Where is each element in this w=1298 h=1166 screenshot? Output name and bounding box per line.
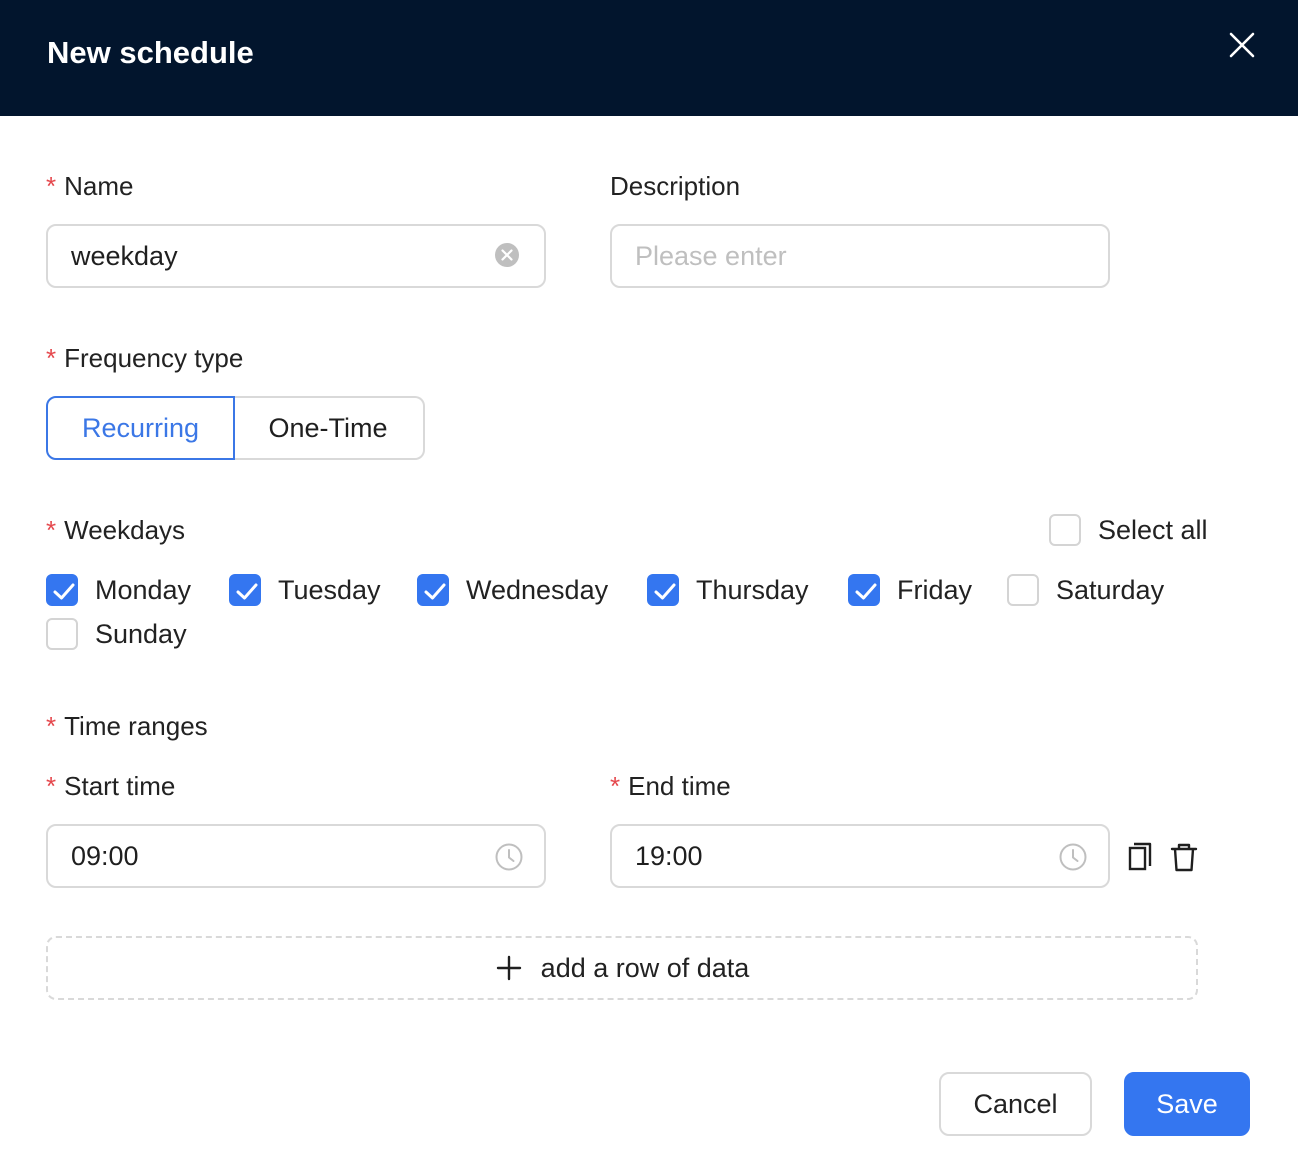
dialog-header: New schedule	[0, 0, 1298, 116]
checkbox-box[interactable]	[229, 574, 261, 606]
checkbox-box[interactable]	[46, 574, 78, 606]
weekday-checkbox-wednesday[interactable]: Wednesday	[417, 574, 608, 606]
end-time-label: * End time	[610, 771, 731, 801]
select-all-label: Select all	[1098, 515, 1208, 545]
frequency-option-one-time[interactable]: One-Time	[233, 396, 425, 460]
required-mark: *	[46, 711, 57, 741]
weekday-label: Friday	[897, 575, 973, 605]
weekday-label: Tuesday	[278, 575, 381, 605]
name-input[interactable]: weekday	[46, 224, 546, 288]
weekday-checkbox-saturday[interactable]: Saturday	[1007, 574, 1164, 606]
start-time-value: 09:00	[71, 841, 139, 871]
weekday-checkbox-sunday[interactable]: Sunday	[46, 618, 187, 650]
name-input-value: weekday	[71, 241, 178, 271]
weekday-checkbox-friday[interactable]: Friday	[848, 574, 972, 606]
add-row-button[interactable]: add a row of data	[46, 936, 1198, 1000]
add-row-label: add a row of data	[540, 953, 750, 983]
checkbox-box[interactable]	[46, 618, 78, 650]
description-label: Description	[610, 171, 741, 201]
weekday-checkbox-tuesday[interactable]: Tuesday	[229, 574, 381, 606]
weekday-checkbox-thursday[interactable]: Thursday	[647, 574, 809, 606]
name-label: * Name	[46, 171, 134, 201]
end-time-value: 19:00	[635, 841, 703, 871]
frequency-option-recurring[interactable]: Recurring	[46, 396, 235, 460]
required-mark: *	[46, 771, 57, 801]
weekday-label: Saturday	[1056, 575, 1165, 605]
weekday-label: Thursday	[696, 575, 809, 605]
clock-icon	[1058, 842, 1088, 872]
weekday-label: Monday	[95, 575, 192, 605]
checkbox-box[interactable]	[848, 574, 880, 606]
description-input[interactable]: Please enter	[610, 224, 1110, 288]
plus-icon	[495, 954, 523, 982]
time-ranges-label: * Time ranges	[46, 711, 208, 741]
end-time-picker[interactable]: 19:00	[610, 824, 1110, 888]
checkbox-box[interactable]	[1049, 514, 1081, 546]
save-button[interactable]: Save	[1124, 1072, 1250, 1136]
dialog-title: New schedule	[47, 35, 254, 70]
weekday-label: Sunday	[95, 619, 187, 649]
close-icon[interactable]	[1224, 28, 1260, 64]
weekday-label: Wednesday	[466, 575, 609, 605]
required-mark: *	[46, 343, 57, 373]
checkbox-box[interactable]	[417, 574, 449, 606]
delete-icon[interactable]	[1168, 840, 1200, 874]
checkbox-box[interactable]	[1007, 574, 1039, 606]
required-mark: *	[46, 515, 57, 545]
weekdays-label: * Weekdays	[46, 515, 186, 545]
select-all-checkbox[interactable]: Select all	[1049, 514, 1208, 546]
cancel-button[interactable]: Cancel	[939, 1072, 1092, 1136]
required-mark: *	[610, 771, 621, 801]
frequency-type-label: * Frequency type	[46, 343, 244, 373]
clock-icon	[494, 842, 524, 872]
description-placeholder: Please enter	[635, 241, 787, 271]
clear-circle-icon[interactable]	[493, 241, 523, 271]
start-time-picker[interactable]: 09:00	[46, 824, 546, 888]
checkbox-box[interactable]	[647, 574, 679, 606]
start-time-label: * Start time	[46, 771, 176, 801]
required-mark: *	[46, 171, 57, 201]
weekday-checkbox-monday[interactable]: Monday	[46, 574, 191, 606]
copy-icon[interactable]	[1125, 840, 1157, 874]
